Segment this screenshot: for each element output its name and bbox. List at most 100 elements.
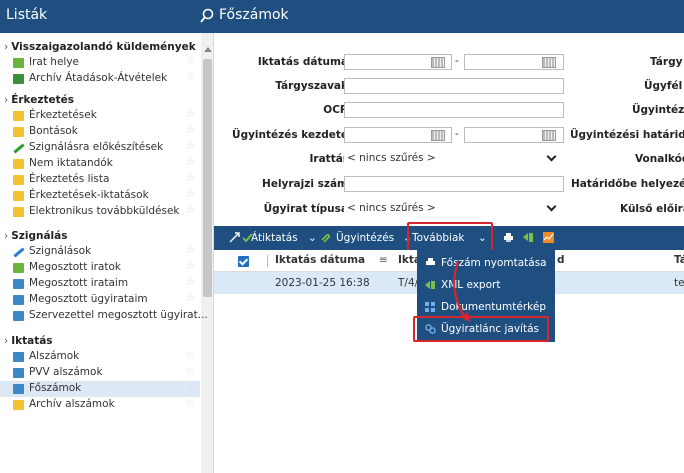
sidebar-item-megosztott-iratok[interactable]: Megosztott iratok ☆ bbox=[0, 260, 200, 276]
sidebar-item-elektronikus-tovabbkuldesek[interactable]: Elektronikus továbbküldések ☆ bbox=[0, 204, 200, 220]
vonalkod-label: Vonalkód bbox=[635, 153, 684, 165]
ugyirat-tipusa-select-value: < nincs szűrés > bbox=[347, 202, 436, 214]
calendar-icon[interactable] bbox=[431, 130, 445, 141]
ugyintezes-button[interactable]: Ügyintézés bbox=[336, 232, 394, 244]
col-targy[interactable]: Tá bbox=[674, 254, 684, 266]
sidebar-item-erkeztetesek[interactable]: Érkeztetések ☆ bbox=[0, 108, 200, 124]
favorite-star-icon[interactable]: ☆ bbox=[186, 350, 195, 361]
pen-icon bbox=[13, 247, 24, 257]
sidebar-item-alszamok[interactable]: Alszámok ☆ bbox=[0, 349, 200, 365]
sidebar-item-label: Szervezettel megosztott ügyirat... bbox=[29, 309, 208, 321]
select-all-checkbox[interactable] bbox=[238, 256, 249, 267]
favorite-star-icon[interactable]: ☆ bbox=[186, 366, 195, 377]
sidebar-item-szervezettel-megosztott[interactable]: Szervezettel megosztott ügyirat... bbox=[0, 308, 208, 324]
list-icon bbox=[13, 191, 24, 201]
sidebar-item-label: Nem iktatandók bbox=[29, 157, 113, 169]
range-dash: - bbox=[455, 128, 459, 140]
list-icon bbox=[13, 384, 24, 394]
favorite-star-icon[interactable]: ☆ bbox=[186, 56, 195, 67]
favorite-star-icon[interactable]: ☆ bbox=[186, 205, 195, 216]
ugyintezo-label: Ügyintéző bbox=[632, 104, 684, 116]
cell-datum: 2023-01-25 16:38 bbox=[275, 277, 370, 289]
sidebar-item-label: Érkeztetések-iktatások bbox=[29, 189, 149, 201]
scroll-up-arrow-icon[interactable] bbox=[204, 47, 212, 52]
favorite-star-icon[interactable]: ☆ bbox=[186, 125, 195, 136]
helyrajzi-szam-label: Helyrajzi szám bbox=[262, 178, 348, 190]
atiktatas-button[interactable]: Átiktatás bbox=[251, 232, 298, 244]
sidebar-item-label: Érkeztetés lista bbox=[29, 173, 110, 185]
sidebar-item-label: Megosztott iratok bbox=[29, 261, 121, 273]
document-icon bbox=[13, 311, 24, 321]
sidebar-item-erkeztetes-lista[interactable]: Érkeztetés lista ☆ bbox=[0, 172, 200, 188]
favorite-star-icon[interactable]: ☆ bbox=[186, 109, 195, 120]
sidebar-item-bontasok[interactable]: Bontások ☆ bbox=[0, 124, 200, 140]
sidebar-section-erkeztetes[interactable]: Érkeztetés bbox=[4, 94, 74, 106]
sidebar-item-nem-iktatandok[interactable]: Nem iktatandók ☆ bbox=[0, 156, 200, 172]
irattar-select-value: < nincs szűrés > bbox=[347, 152, 436, 164]
favorite-star-icon[interactable]: ☆ bbox=[186, 173, 195, 184]
transfer-icon bbox=[13, 74, 24, 84]
filter-icon[interactable]: ≡ bbox=[379, 254, 388, 266]
sidebar-item-szignalasra[interactable]: Szignálásra előkészítések ☆ bbox=[0, 140, 200, 156]
ugyintezesi-hatarido-label: Ügyintézési határidő bbox=[570, 129, 684, 141]
targy-label: Tárgy bbox=[650, 56, 683, 68]
sidebar-item-label: Alszámok bbox=[29, 350, 80, 362]
sidebar-item-erkeztetesek-iktatasok[interactable]: Érkeztetések-iktatások ☆ bbox=[0, 188, 200, 204]
ocr-input[interactable] bbox=[344, 102, 564, 118]
sidebar-item-pvv-alszamok[interactable]: PVV alszámok ☆ bbox=[0, 365, 200, 381]
favorite-star-icon[interactable]: ☆ bbox=[186, 189, 195, 200]
lists-title: Listák bbox=[6, 7, 48, 23]
top-header: Listák Főszámok bbox=[0, 0, 684, 33]
favorite-star-icon[interactable]: ☆ bbox=[186, 245, 195, 256]
sidebar-section-iktatas[interactable]: Iktatás bbox=[4, 335, 52, 347]
sidebar-item-megosztott-ugyirataim[interactable]: Megosztott ügyirataim ☆ bbox=[0, 292, 200, 308]
irattar-select[interactable]: < nincs szűrés > bbox=[344, 151, 564, 167]
grid-icon bbox=[13, 58, 24, 68]
calendar-icon[interactable] bbox=[542, 57, 556, 68]
favorite-star-icon[interactable]: ☆ bbox=[186, 72, 195, 83]
favorite-star-icon[interactable]: ☆ bbox=[186, 398, 195, 409]
sidebar-item-archiv-alszamok[interactable]: Archív alszámok ☆ bbox=[0, 397, 200, 413]
search-icon[interactable] bbox=[200, 8, 214, 24]
expand-icon[interactable] bbox=[229, 232, 240, 243]
list-icon bbox=[13, 175, 24, 185]
sidebar-section-szignalas[interactable]: Szignálás bbox=[4, 230, 67, 242]
ugyirat-tipusa-select[interactable]: < nincs szűrés > bbox=[344, 201, 564, 217]
sidebar-item-szignalasok[interactable]: Szignálások ☆ bbox=[0, 244, 200, 260]
chevron-down-icon[interactable]: ⌄ bbox=[308, 232, 317, 244]
sidebar-item-archiv-atadasok[interactable]: Archív Átadások-Átvételek ☆ bbox=[0, 71, 200, 87]
share-icon bbox=[13, 263, 24, 273]
sidebar-item-label: Archív alszámok bbox=[29, 398, 115, 410]
sidebar-item-label: Szignálásra előkészítések bbox=[29, 141, 164, 153]
favorite-star-icon[interactable]: ☆ bbox=[186, 293, 195, 304]
col-iktatas-datuma[interactable]: Iktatás dátuma bbox=[275, 254, 365, 266]
favorite-star-icon[interactable]: ☆ bbox=[186, 261, 195, 272]
sidebar-item-megosztott-irataim[interactable]: Megosztott irataim ☆ bbox=[0, 276, 200, 292]
sidebar-scroll-thumb[interactable] bbox=[203, 59, 212, 297]
calendar-icon[interactable] bbox=[542, 130, 556, 141]
sidebar-item-foszamok[interactable]: Főszámok ☆ bbox=[0, 381, 200, 397]
col-d[interactable]: d bbox=[557, 254, 565, 266]
range-dash: - bbox=[455, 55, 459, 67]
sidebar-item-irat-helye[interactable]: Irat helye ☆ bbox=[0, 55, 200, 71]
favorite-star-icon[interactable]: ☆ bbox=[186, 382, 195, 393]
kulso-eloirat-label: Külső előirat bbox=[620, 203, 684, 215]
iktatas-datuma-label: Iktatás dátuma bbox=[257, 56, 348, 68]
sidebar-item-label: Elektronikus továbbküldések bbox=[29, 205, 180, 217]
print-icon[interactable] bbox=[503, 232, 514, 243]
sidebar-section-visszaigazolando[interactable]: Visszaigazolandó küldemények bbox=[4, 41, 196, 53]
targyszavak-input[interactable] bbox=[344, 78, 564, 94]
favorite-star-icon[interactable]: ☆ bbox=[186, 157, 195, 168]
favorite-star-icon[interactable]: ☆ bbox=[186, 141, 195, 152]
document-icon bbox=[13, 295, 24, 305]
filter-form: Iktatás dátuma - Tárgy Tárgyszavak Ügyfé… bbox=[214, 33, 684, 218]
export-icon[interactable] bbox=[523, 232, 534, 243]
sidebar-item-label: Megosztott ügyirataim bbox=[29, 293, 148, 305]
sidebar: Visszaigazolandó küldemények Irat helye … bbox=[0, 33, 214, 473]
grid-icon bbox=[13, 368, 24, 378]
calendar-icon[interactable] bbox=[431, 57, 445, 68]
chart-icon[interactable] bbox=[543, 232, 554, 243]
sidebar-item-label: Érkeztetések bbox=[29, 109, 97, 121]
favorite-star-icon[interactable]: ☆ bbox=[186, 277, 195, 288]
helyrajzi-szam-input[interactable] bbox=[344, 176, 564, 192]
